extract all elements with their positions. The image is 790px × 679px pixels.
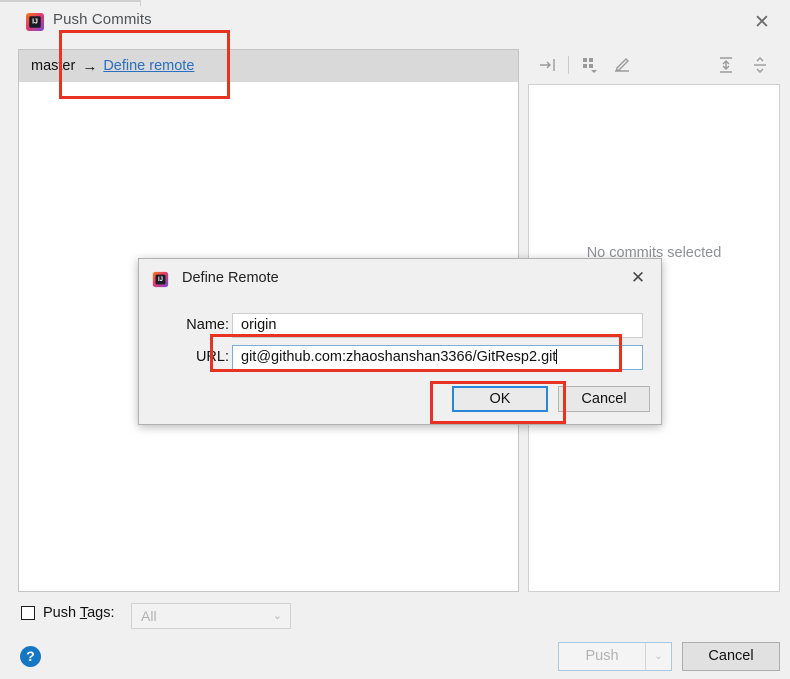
push-tags-label-mnemonic: T	[79, 605, 88, 621]
window-titlebar: IJ Push Commits ✕	[0, 0, 790, 44]
detail-toolbar	[528, 49, 780, 82]
push-tags-select[interactable]: All ⌄	[131, 603, 291, 629]
text-cursor	[556, 349, 558, 364]
dialog-ok-button[interactable]: OK	[452, 386, 548, 412]
branch-row[interactable]: master → Define remote	[19, 50, 518, 82]
collapse-icon[interactable]	[748, 53, 772, 77]
push-tags-label-pre: Push	[43, 605, 80, 621]
name-input-value: origin	[241, 317, 277, 333]
dialog-cancel-button[interactable]: Cancel	[558, 386, 650, 412]
branch-source-label: master	[31, 58, 76, 74]
url-field-label: URL:	[195, 349, 229, 365]
define-remote-link[interactable]: Define remote	[103, 58, 194, 74]
collapse-all-icon[interactable]	[536, 53, 560, 77]
cancel-button[interactable]: Cancel	[682, 642, 780, 671]
define-remote-dialog: IJ Define Remote ✕ Name: origin URL: git…	[138, 258, 662, 425]
edit-icon[interactable]	[610, 53, 634, 77]
dialog-close-icon[interactable]: ✕	[626, 266, 650, 290]
toolbar-divider	[568, 56, 569, 74]
push-split-button[interactable]: Push ⌄	[558, 642, 672, 671]
push-tags-group: Push Tags:	[21, 605, 115, 621]
svg-text:IJ: IJ	[158, 277, 163, 283]
name-input[interactable]: origin	[232, 313, 643, 338]
push-commits-window: IJ Push Commits ✕ master → Define remote	[0, 0, 790, 679]
push-tags-label-post: ags:	[87, 605, 115, 621]
help-button[interactable]: ?	[20, 646, 41, 667]
chevron-down-icon: ⌄	[272, 610, 282, 622]
dialog-title: Define Remote	[182, 270, 279, 286]
intellij-idea-icon: IJ	[25, 12, 45, 32]
push-tags-checkbox[interactable]	[21, 606, 35, 620]
intellij-idea-icon: IJ	[152, 271, 169, 288]
push-button[interactable]: Push	[559, 643, 646, 670]
push-dropdown-icon[interactable]: ⌄	[646, 643, 671, 670]
arrow-right-icon: →	[82, 57, 98, 75]
group-by-icon[interactable]	[578, 53, 602, 77]
expand-all-icon[interactable]	[714, 53, 738, 77]
name-field-label: Name:	[186, 317, 229, 333]
push-tags-select-value: All	[141, 608, 157, 624]
svg-text:IJ: IJ	[32, 19, 38, 26]
close-icon[interactable]: ✕	[747, 10, 777, 36]
url-input[interactable]: git@github.com:zhaoshanshan3366/GitResp2…	[232, 345, 643, 370]
push-tags-label: Push Tags:	[43, 605, 115, 621]
window-title: Push Commits	[53, 11, 152, 28]
url-input-value: git@github.com:zhaoshanshan3366/GitResp2…	[241, 349, 557, 365]
window-tab-strip	[0, 0, 141, 6]
